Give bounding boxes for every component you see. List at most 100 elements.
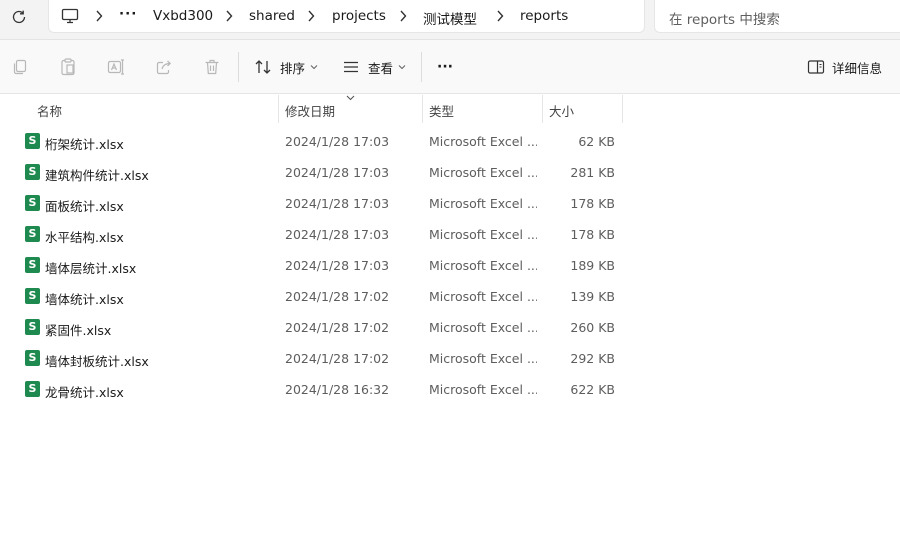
sort-descending-icon — [346, 95, 355, 101]
file-date: 2024/1/28 17:03 — [285, 165, 390, 180]
file-size: 139 KB — [570, 289, 615, 304]
table-row[interactable]: S 建筑构件统计.xlsx 2024/1/28 17:03 Microsoft … — [0, 157, 900, 188]
table-row[interactable]: S 墙体统计.xlsx 2024/1/28 17:02 Microsoft Ex… — [0, 281, 900, 312]
chevron-right-icon[interactable] — [95, 10, 103, 22]
table-row[interactable]: S 墙体层统计.xlsx 2024/1/28 17:03 Microsoft E… — [0, 250, 900, 281]
rename-icon[interactable] — [106, 57, 126, 77]
list-view-icon — [344, 61, 358, 73]
file-type: Microsoft Excel ... — [429, 196, 537, 211]
breadcrumb-item-reports[interactable]: reports — [520, 8, 568, 24]
file-type: Microsoft Excel ... — [429, 289, 537, 304]
excel-file-icon: S — [25, 257, 40, 273]
column-header-row: 名称 修改日期 类型 大小 — [0, 95, 900, 123]
column-divider[interactable] — [278, 95, 279, 123]
excel-file-icon: S — [25, 164, 40, 180]
file-size: 178 KB — [570, 227, 615, 242]
excel-file-icon: S — [25, 381, 40, 397]
breadcrumb-item-shared[interactable]: shared — [249, 8, 295, 24]
file-date: 2024/1/28 17:02 — [285, 351, 390, 366]
table-row[interactable]: S 紧固件.xlsx 2024/1/28 17:02 Microsoft Exc… — [0, 312, 900, 343]
details-label: 详细信息 — [832, 60, 883, 76]
file-type: Microsoft Excel ... — [429, 258, 537, 273]
file-date: 2024/1/28 17:02 — [285, 289, 390, 304]
table-row[interactable]: S 面板统计.xlsx 2024/1/28 17:03 Microsoft Ex… — [0, 188, 900, 219]
view-button[interactable]: 查看 — [342, 56, 406, 78]
chevron-right-icon[interactable] — [399, 10, 407, 22]
file-name: 紧固件.xlsx — [45, 323, 112, 338]
breadcrumb-item-test-model[interactable]: 测试模型 — [423, 8, 477, 28]
paste-icon[interactable] — [58, 57, 78, 77]
excel-file-icon: S — [25, 350, 40, 366]
chevron-right-icon[interactable] — [225, 10, 233, 22]
file-date: 2024/1/28 17:03 — [285, 227, 390, 242]
table-row[interactable]: S 墙体封板统计.xlsx 2024/1/28 17:02 Microsoft … — [0, 343, 900, 374]
address-bar-row: ··· Vxbd300 shared projects 测试模型 reports… — [0, 0, 900, 40]
excel-file-icon: S — [25, 195, 40, 211]
file-date: 2024/1/28 17:03 — [285, 134, 390, 149]
column-divider[interactable] — [622, 95, 623, 123]
breadcrumb-more[interactable]: ··· — [119, 6, 137, 22]
details-pane-icon — [807, 60, 825, 74]
file-name: 墙体封板统计.xlsx — [45, 354, 149, 369]
column-divider[interactable] — [422, 95, 423, 123]
chevron-down-icon — [310, 65, 318, 70]
column-header-date[interactable]: 修改日期 — [285, 101, 335, 120]
excel-file-icon: S — [25, 226, 40, 242]
breadcrumb[interactable]: ··· Vxbd300 shared projects 测试模型 reports — [48, 0, 645, 33]
file-name: 建筑构件统计.xlsx — [45, 168, 149, 183]
breadcrumb-item-vxbd300[interactable]: Vxbd300 — [153, 8, 213, 24]
file-date: 2024/1/28 17:02 — [285, 320, 390, 335]
file-size: 178 KB — [570, 196, 615, 211]
file-size: 622 KB — [570, 382, 615, 397]
view-label: 查看 — [368, 60, 394, 76]
chevron-right-icon[interactable] — [307, 10, 315, 22]
table-row[interactable]: S 龙骨统计.xlsx 2024/1/28 16:32 Microsoft Ex… — [0, 374, 900, 405]
file-type: Microsoft Excel ... — [429, 320, 537, 335]
file-date: 2024/1/28 16:32 — [285, 382, 390, 397]
copy-icon[interactable] — [10, 57, 30, 77]
computer-icon[interactable] — [61, 8, 79, 24]
file-name: 面板统计.xlsx — [45, 199, 124, 214]
file-size: 292 KB — [570, 351, 615, 366]
file-size: 260 KB — [570, 320, 615, 335]
file-size: 281 KB — [570, 165, 615, 180]
file-type: Microsoft Excel ... — [429, 165, 537, 180]
column-header-type[interactable]: 类型 — [429, 101, 454, 120]
search-box[interactable]: 在 reports 中搜索 — [654, 0, 900, 33]
share-icon[interactable] — [154, 57, 174, 77]
table-row[interactable]: S 水平结构.xlsx 2024/1/28 17:03 Microsoft Ex… — [0, 219, 900, 250]
table-row[interactable]: S 桁架统计.xlsx 2024/1/28 17:03 Microsoft Ex… — [0, 126, 900, 157]
sort-icon — [255, 60, 271, 74]
file-name: 墙体层统计.xlsx — [45, 261, 137, 276]
file-date: 2024/1/28 17:03 — [285, 196, 390, 211]
column-divider[interactable] — [542, 95, 543, 123]
excel-file-icon: S — [25, 133, 40, 149]
file-date: 2024/1/28 17:03 — [285, 258, 390, 273]
file-name: 水平结构.xlsx — [45, 230, 124, 245]
details-pane-button[interactable]: 详细信息 — [807, 56, 882, 78]
toolbar-separator — [421, 52, 422, 82]
breadcrumb-item-projects[interactable]: projects — [332, 8, 386, 24]
excel-file-icon: S — [25, 319, 40, 335]
delete-icon[interactable] — [202, 57, 222, 77]
chevron-right-icon[interactable] — [496, 10, 504, 22]
refresh-icon[interactable] — [10, 8, 28, 26]
toolbar-separator — [238, 52, 239, 82]
file-type: Microsoft Excel ... — [429, 134, 537, 149]
sort-button[interactable]: 排序 — [254, 56, 318, 78]
column-header-name[interactable]: 名称 — [37, 101, 62, 120]
sort-label: 排序 — [280, 60, 306, 76]
chevron-down-icon — [398, 65, 406, 70]
command-toolbar: 排序 查看 ··· 详细信息 — [0, 40, 900, 94]
file-size: 189 KB — [570, 258, 615, 273]
file-name: 桁架统计.xlsx — [45, 137, 124, 152]
column-header-size[interactable]: 大小 — [549, 101, 574, 120]
file-size: 62 KB — [578, 134, 615, 149]
file-type: Microsoft Excel ... — [429, 351, 537, 366]
file-type: Microsoft Excel ... — [429, 382, 537, 397]
more-options-button[interactable]: ··· — [437, 56, 453, 78]
file-name: 龙骨统计.xlsx — [45, 385, 124, 400]
file-type: Microsoft Excel ... — [429, 227, 537, 242]
more-icon: ··· — [437, 59, 453, 75]
search-input[interactable]: 在 reports 中搜索 — [669, 8, 780, 28]
